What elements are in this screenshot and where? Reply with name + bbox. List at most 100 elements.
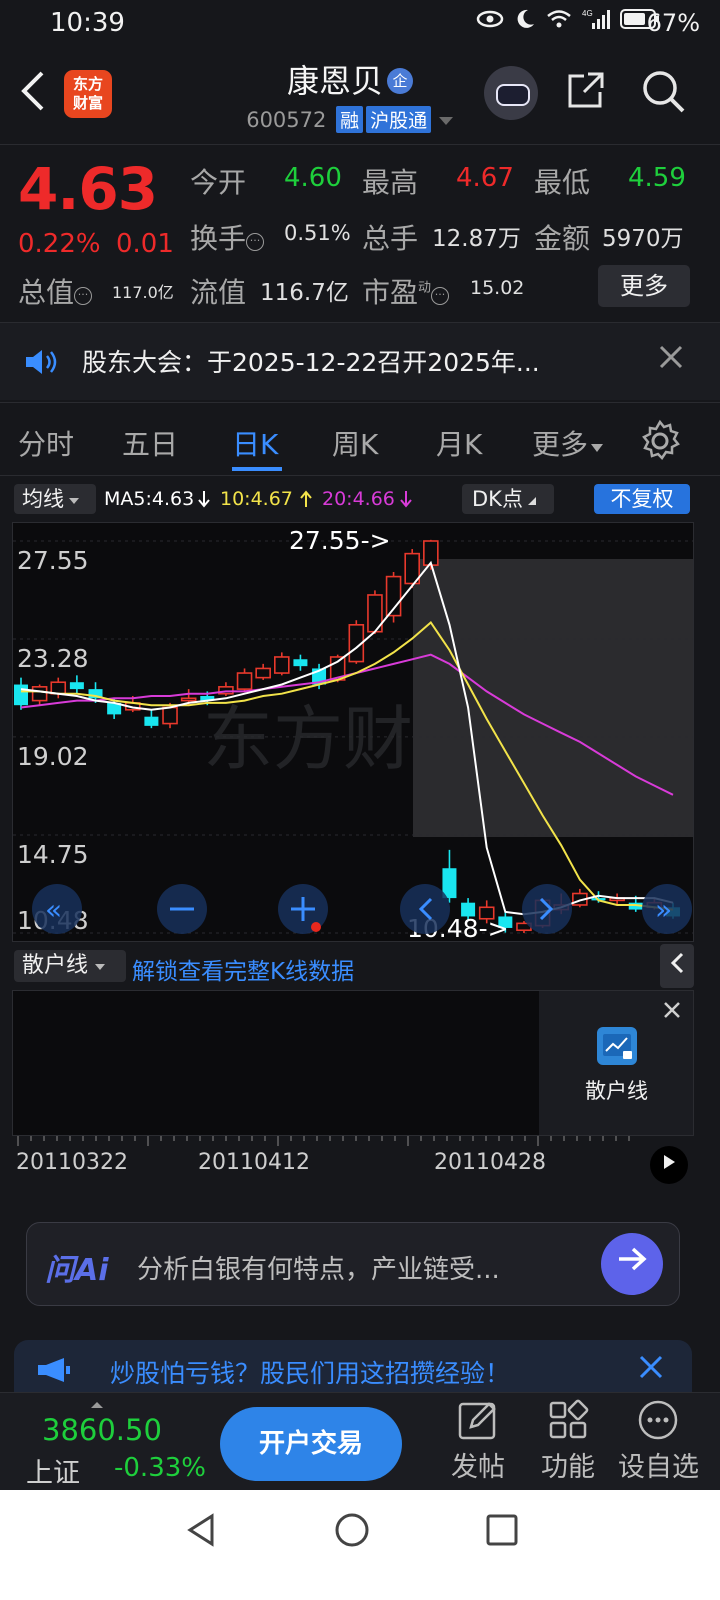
wifi-icon xyxy=(547,10,571,28)
pe-superscript: 动 xyxy=(418,280,432,296)
active-tab-indicator xyxy=(232,467,282,471)
index-change: -0.33% xyxy=(114,1453,206,1483)
ma5-value: MA5:4.63 xyxy=(104,488,195,510)
low-value: 4.59 xyxy=(628,163,686,193)
svg-text:4G: 4G xyxy=(582,9,593,18)
caret-down-icon xyxy=(438,117,453,125)
kline-svg[interactable]: 东方财 27.5523.2819.0214.7510.48 27.55-> 10… xyxy=(13,523,693,943)
robot-assistant-icon[interactable] xyxy=(484,66,538,120)
change-percent: 0.22% xyxy=(18,229,101,259)
pe-label[interactable]: 市盈动 ··· xyxy=(362,271,450,311)
add-watchlist-button[interactable]: 设自选 xyxy=(618,1399,699,1484)
unlock-full-data-link[interactable]: 解锁查看完整K线数据 xyxy=(132,952,354,986)
arrow-down-icon xyxy=(198,491,210,508)
collapse-panel-button[interactable] xyxy=(660,944,694,988)
gear-icon[interactable] xyxy=(638,419,682,463)
nav-home-icon[interactable] xyxy=(334,1512,370,1548)
corner-caret-icon xyxy=(527,497,536,505)
chart-lock-icon xyxy=(603,1034,632,1059)
scroll-left-button[interactable] xyxy=(400,884,450,934)
stock-title[interactable]: 康恩贝企 600572 融沪股通 xyxy=(200,56,500,133)
y-tick-label: 27.55 xyxy=(17,546,89,575)
tab-more[interactable]: 更多 xyxy=(532,423,604,463)
info-icon: ··· xyxy=(431,287,450,305)
sub-indicator-row: 散户线 解锁查看完整K线数据 xyxy=(0,944,720,988)
post-button[interactable]: 发帖 xyxy=(438,1399,518,1484)
info-icon: ··· xyxy=(246,233,265,251)
index-name[interactable]: 上证 xyxy=(26,1451,80,1490)
margin-tag: 融 xyxy=(336,106,364,133)
index-value[interactable]: 3860.50 xyxy=(42,1413,162,1447)
speaker-icon xyxy=(26,350,57,374)
chart-controls: « » xyxy=(32,884,692,934)
ai-question-box[interactable]: 问Ai 分析白银有何特点，产业链受... xyxy=(26,1222,680,1306)
high-label: 最高 xyxy=(362,166,419,199)
open-label: 今开 xyxy=(190,166,247,199)
announcement-text: 股东大会：于2025-12-22召开2025年... xyxy=(82,348,540,377)
change-amount: 0.01 xyxy=(116,229,174,259)
functions-label: 功能 xyxy=(541,1452,595,1483)
ai-send-button[interactable] xyxy=(601,1233,663,1295)
caret-down-icon xyxy=(95,964,106,970)
logo-text-top: 东方 xyxy=(72,75,103,93)
post-label: 发帖 xyxy=(451,1452,505,1483)
back-button[interactable] xyxy=(18,70,46,122)
tab-daily-k[interactable]: 日K xyxy=(232,423,278,463)
ma-select[interactable]: 均线 xyxy=(14,484,96,514)
ai-logo: 问Ai xyxy=(45,1253,109,1288)
stock-name: 康恩贝 xyxy=(286,62,383,100)
more-quote-button[interactable]: 更多 xyxy=(598,265,690,307)
candle-body xyxy=(236,672,253,690)
open-account-button[interactable]: 开户交易 xyxy=(220,1407,402,1481)
dk-point-select[interactable]: DK点 xyxy=(462,484,554,514)
close-banner-button[interactable] xyxy=(638,1350,664,1388)
eastmoney-logo[interactable]: 东方 财富 xyxy=(64,70,112,118)
sub-indicator-select[interactable]: 散户线 xyxy=(14,950,126,982)
period-tabs: 分时 五日 日K 周K 月K 更多 xyxy=(0,402,720,476)
share-icon[interactable] xyxy=(566,70,606,110)
kline-chart[interactable]: 东方财 27.5523.2819.0214.7510.48 27.55-> 10… xyxy=(12,522,694,943)
status-time: 10:39 xyxy=(50,8,125,38)
nav-recents-icon[interactable] xyxy=(484,1512,520,1548)
play-icon xyxy=(664,1155,675,1169)
float-label: 流值 xyxy=(190,276,247,309)
retail-line-promo[interactable]: 散户线 xyxy=(539,991,693,1135)
mktcap-label[interactable]: 总值 ··· xyxy=(18,271,93,311)
search-icon[interactable] xyxy=(640,68,686,114)
y-tick-label: 19.02 xyxy=(17,742,89,771)
ma-indicator-row: 均线 MA5:4.63 10:4.67 20:4.66 DK点 不复权 xyxy=(0,480,720,520)
turnover-label[interactable]: 换手 ··· xyxy=(190,217,265,257)
tab-five-day[interactable]: 五日 xyxy=(122,423,178,463)
red-dot-badge xyxy=(311,922,321,932)
ai-input[interactable]: 分析白银有何特点，产业链受... xyxy=(137,1249,500,1286)
turnover-value: 0.51% xyxy=(284,221,351,245)
candle-body xyxy=(273,656,290,674)
scroll-right-button[interactable] xyxy=(522,884,572,934)
y-tick-label: 23.28 xyxy=(17,644,89,673)
next-page-button[interactable] xyxy=(650,1146,688,1184)
arrow-down-icon xyxy=(400,491,412,508)
functions-button[interactable]: 功能 xyxy=(528,1399,608,1484)
tab-intraday[interactable]: 分时 xyxy=(18,423,74,463)
promo-text: 炒股怕亏钱？股民们用这招攒经验！ xyxy=(110,1359,511,1388)
close-icon xyxy=(639,1355,663,1379)
close-promo-button[interactable] xyxy=(663,997,681,1025)
promo-banner[interactable]: 炒股怕亏钱？股民们用这招攒经验！ xyxy=(14,1340,692,1400)
tab-weekly-k[interactable]: 周K xyxy=(332,423,378,463)
system-nav-bar xyxy=(0,1490,720,1600)
megaphone-icon xyxy=(38,1358,70,1382)
retail-line-label: 散户线 xyxy=(585,1079,648,1103)
enterprise-badge: 企 xyxy=(387,68,413,94)
history-shade xyxy=(413,559,693,837)
tab-monthly-k[interactable]: 月K xyxy=(436,423,482,463)
adjust-toggle[interactable]: 不复权 xyxy=(594,484,690,514)
announcement-bar[interactable]: 股东大会：于2025-12-22召开2025年... xyxy=(0,322,720,400)
chevron-left-icon xyxy=(21,71,44,111)
arrow-up-icon xyxy=(300,490,312,507)
open-value: 4.60 xyxy=(284,163,342,193)
close-announcement-button[interactable] xyxy=(658,339,684,379)
float-value: 116.7亿 xyxy=(260,280,349,306)
ai-area: 问Ai 分析白银有何特点，产业链受... xyxy=(0,1200,720,1330)
date-ticks xyxy=(17,1136,630,1146)
nav-back-icon[interactable] xyxy=(184,1512,220,1548)
